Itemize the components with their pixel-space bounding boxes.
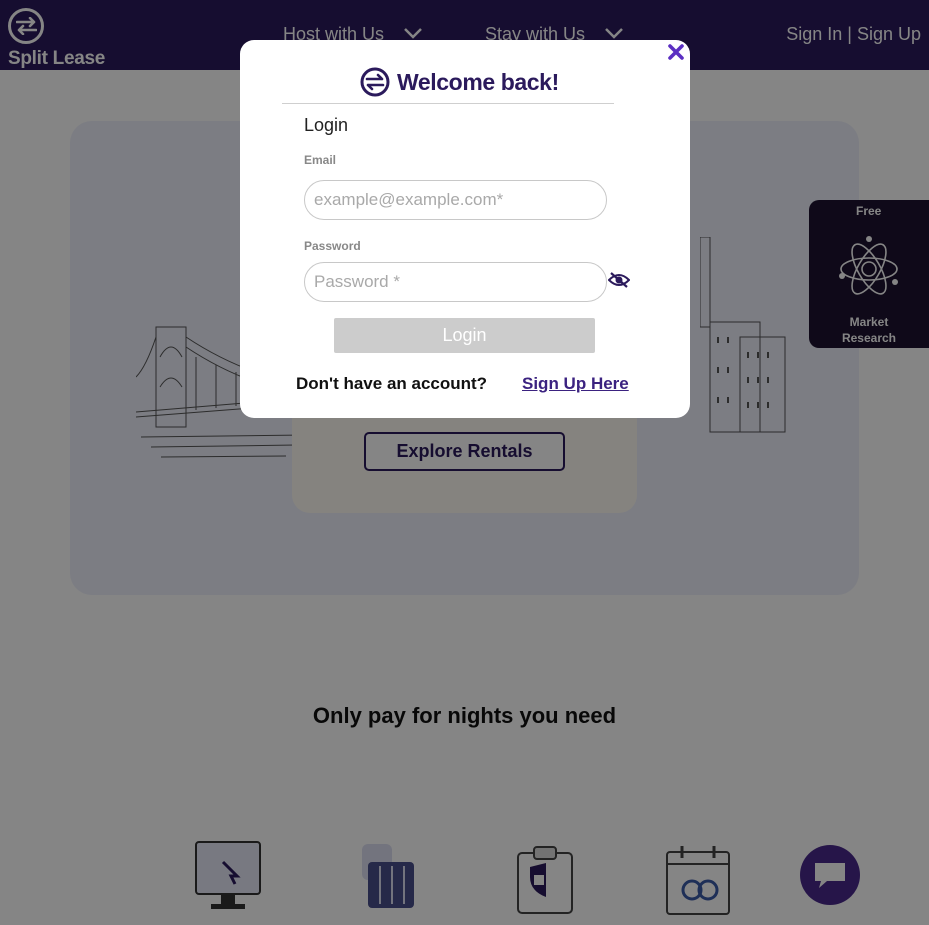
password-field[interactable] (304, 262, 607, 302)
modal-header: Welcome back! (360, 67, 559, 97)
modal-divider (282, 103, 614, 104)
modal-title: Welcome back! (397, 68, 559, 95)
swap-arrows-logo-icon (360, 67, 390, 97)
password-label: Password (304, 239, 361, 253)
login-modal: Welcome back! Login Email Password Login… (240, 40, 690, 418)
email-label: Email (304, 153, 337, 167)
eye-slash-icon[interactable] (608, 271, 630, 289)
login-heading: Login (304, 115, 349, 135)
email-field[interactable] (304, 180, 607, 220)
no-account-text: Don't have an account? (296, 374, 488, 393)
login-button[interactable]: Login (334, 318, 595, 353)
close-icon[interactable] (668, 44, 684, 60)
sign-up-here-link[interactable]: Sign Up Here (522, 374, 629, 394)
